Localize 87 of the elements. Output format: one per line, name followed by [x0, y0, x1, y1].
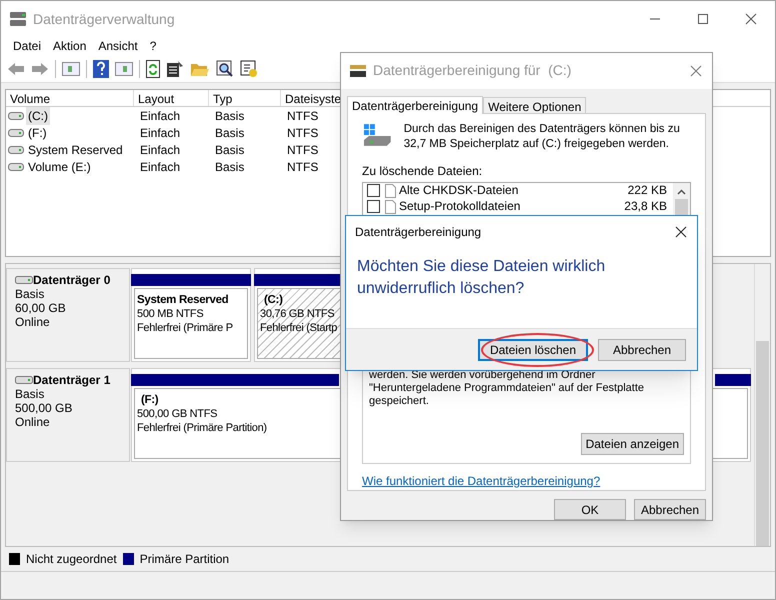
drive-icon: [15, 376, 33, 384]
table-cell-text: Basis: [214, 142, 246, 158]
pane-icon[interactable]: [115, 62, 133, 76]
file-size: 23,8 KB: [624, 200, 667, 214]
tab[interactable]: Datenträgerbereinigung: [347, 96, 484, 114]
partition-bar: [715, 374, 751, 386]
partition-name: System Reserved: [137, 293, 228, 307]
drive-entry[interactable]: (C:): [26, 106, 50, 124]
menu-item[interactable]: Datei: [7, 37, 48, 55]
partition-status: Fehlerfrei (Primäre Partition): [137, 421, 267, 435]
table-cell-text: Einfach: [139, 108, 182, 124]
table-cell-text: Basis: [214, 158, 246, 176]
file-name: Setup-Protokolldateien: [399, 200, 522, 214]
disk-management-icon: [9, 11, 27, 27]
table-cell-text: Einfach: [139, 158, 182, 176]
menu-item[interactable]: Ansicht: [92, 37, 144, 55]
dialog-button[interactable]: Dateien löschen: [478, 338, 588, 360]
partition-name: (F:): [140, 393, 158, 407]
refresh-icon[interactable]: [146, 60, 160, 78]
disk-name: Datenträger 0: [33, 273, 110, 287]
dialog-button[interactable]: OK: [554, 499, 626, 520]
table-cell-text: NTFS: [286, 158, 320, 176]
legend-label: Nicht zugeordnet: [26, 551, 117, 568]
partition-status: Fehlerfrei (Startp: [260, 321, 338, 335]
dialog-title: Datenträgerbereinigung für (C:): [373, 61, 572, 80]
dialog-button[interactable]: Abbrechen: [634, 499, 706, 520]
disk-info: Basis: [15, 387, 46, 401]
window-title: Datenträgerverwaltung: [33, 10, 175, 29]
column-header[interactable]: Volume: [6, 90, 134, 106]
close-icon[interactable]: [675, 226, 687, 238]
file-icon: [385, 184, 396, 198]
help-link[interactable]: Wie funktioniert die Datenträgerbereinigung?: [362, 472, 691, 490]
view-files-button[interactable]: Dateien anzeigen: [580, 432, 684, 455]
files-label: Zu löschende Dateien:: [362, 162, 484, 180]
properties-icon[interactable]: [166, 60, 184, 78]
close-icon[interactable]: [745, 13, 757, 25]
disk-info: 60,00 GB: [15, 301, 67, 315]
magnifier-icon[interactable]: [216, 60, 234, 78]
dialog-title: Datenträgerbereinigung: [355, 224, 482, 241]
pane-icon[interactable]: [62, 62, 80, 76]
checkbox[interactable]: [367, 200, 380, 214]
drive-icon: [8, 162, 24, 170]
disk-info: Online: [15, 415, 51, 429]
table-cell-text: Einfach: [139, 124, 182, 142]
back-arrow-icon[interactable]: [7, 62, 25, 76]
disk-info: Basis: [15, 287, 46, 301]
drive-icon: [8, 112, 24, 120]
scrollbar[interactable]: [673, 182, 690, 217]
table-cell-text: Basis: [214, 108, 246, 124]
settings-icon[interactable]: [240, 60, 258, 78]
tab[interactable]: Weitere Optionen: [483, 96, 586, 113]
table-cell-text: Basis: [214, 124, 246, 142]
column-header[interactable]: Typ: [209, 90, 281, 106]
drive-icon: [15, 276, 33, 284]
dialog-button[interactable]: Abbrechen: [598, 338, 686, 360]
disk-info: 500,00 GB: [15, 401, 74, 415]
question-text: Möchten Sie diese Dateien wirklich unwiderruflich löschen?: [357, 257, 606, 299]
scrollbar[interactable]: [754, 264, 770, 546]
disk-cleanup-icon: [349, 64, 367, 78]
partition-name: (C:): [263, 293, 283, 307]
table-cell-text: Einfach: [139, 142, 182, 158]
disk-name: Datenträger 1: [33, 373, 110, 387]
checkbox[interactable]: [367, 184, 380, 198]
column-header[interactable]: Layout: [134, 90, 209, 106]
help-icon[interactable]: [93, 60, 109, 78]
table-cell-text: NTFS: [286, 142, 320, 158]
menu-item[interactable]: Aktion: [47, 37, 92, 55]
drive-icon: [8, 146, 24, 154]
scroll-up-icon[interactable]: [677, 188, 686, 195]
table-cell-text: NTFS: [286, 124, 320, 142]
drive-entry[interactable]: Volume (E:): [26, 158, 93, 176]
drive-entry[interactable]: (F:): [26, 124, 49, 142]
legend-label: Primäre Partition: [140, 551, 230, 568]
drive-icon: [8, 128, 24, 136]
maximize-icon[interactable]: [697, 13, 709, 25]
file-size: 222 KB: [628, 184, 667, 198]
drive-entry[interactable]: System Reserved: [26, 140, 125, 158]
partition-size: 500,00 GB NTFS: [137, 407, 218, 421]
file-name: Alte CHKDSK-Dateien: [399, 184, 520, 198]
menu-item[interactable]: ?: [144, 37, 162, 55]
partition-status: Fehlerfrei (Primäre P: [137, 321, 233, 335]
disk-info: Online: [15, 315, 51, 329]
partition-block[interactable]: System Reserved 500 MB NTFS Fehlerfrei (Primäre P: [131, 268, 251, 362]
partition-size: 30,76 GB NTFS: [260, 307, 334, 321]
partition-size: 500 MB NTFS: [137, 307, 204, 321]
forward-arrow-icon[interactable]: [31, 62, 49, 76]
summary-text: Durch das Bereinigen des Datenträgers können bis zu 32,7 MB Speicherplatz auf (C:) freigegeben werden.: [404, 122, 681, 152]
